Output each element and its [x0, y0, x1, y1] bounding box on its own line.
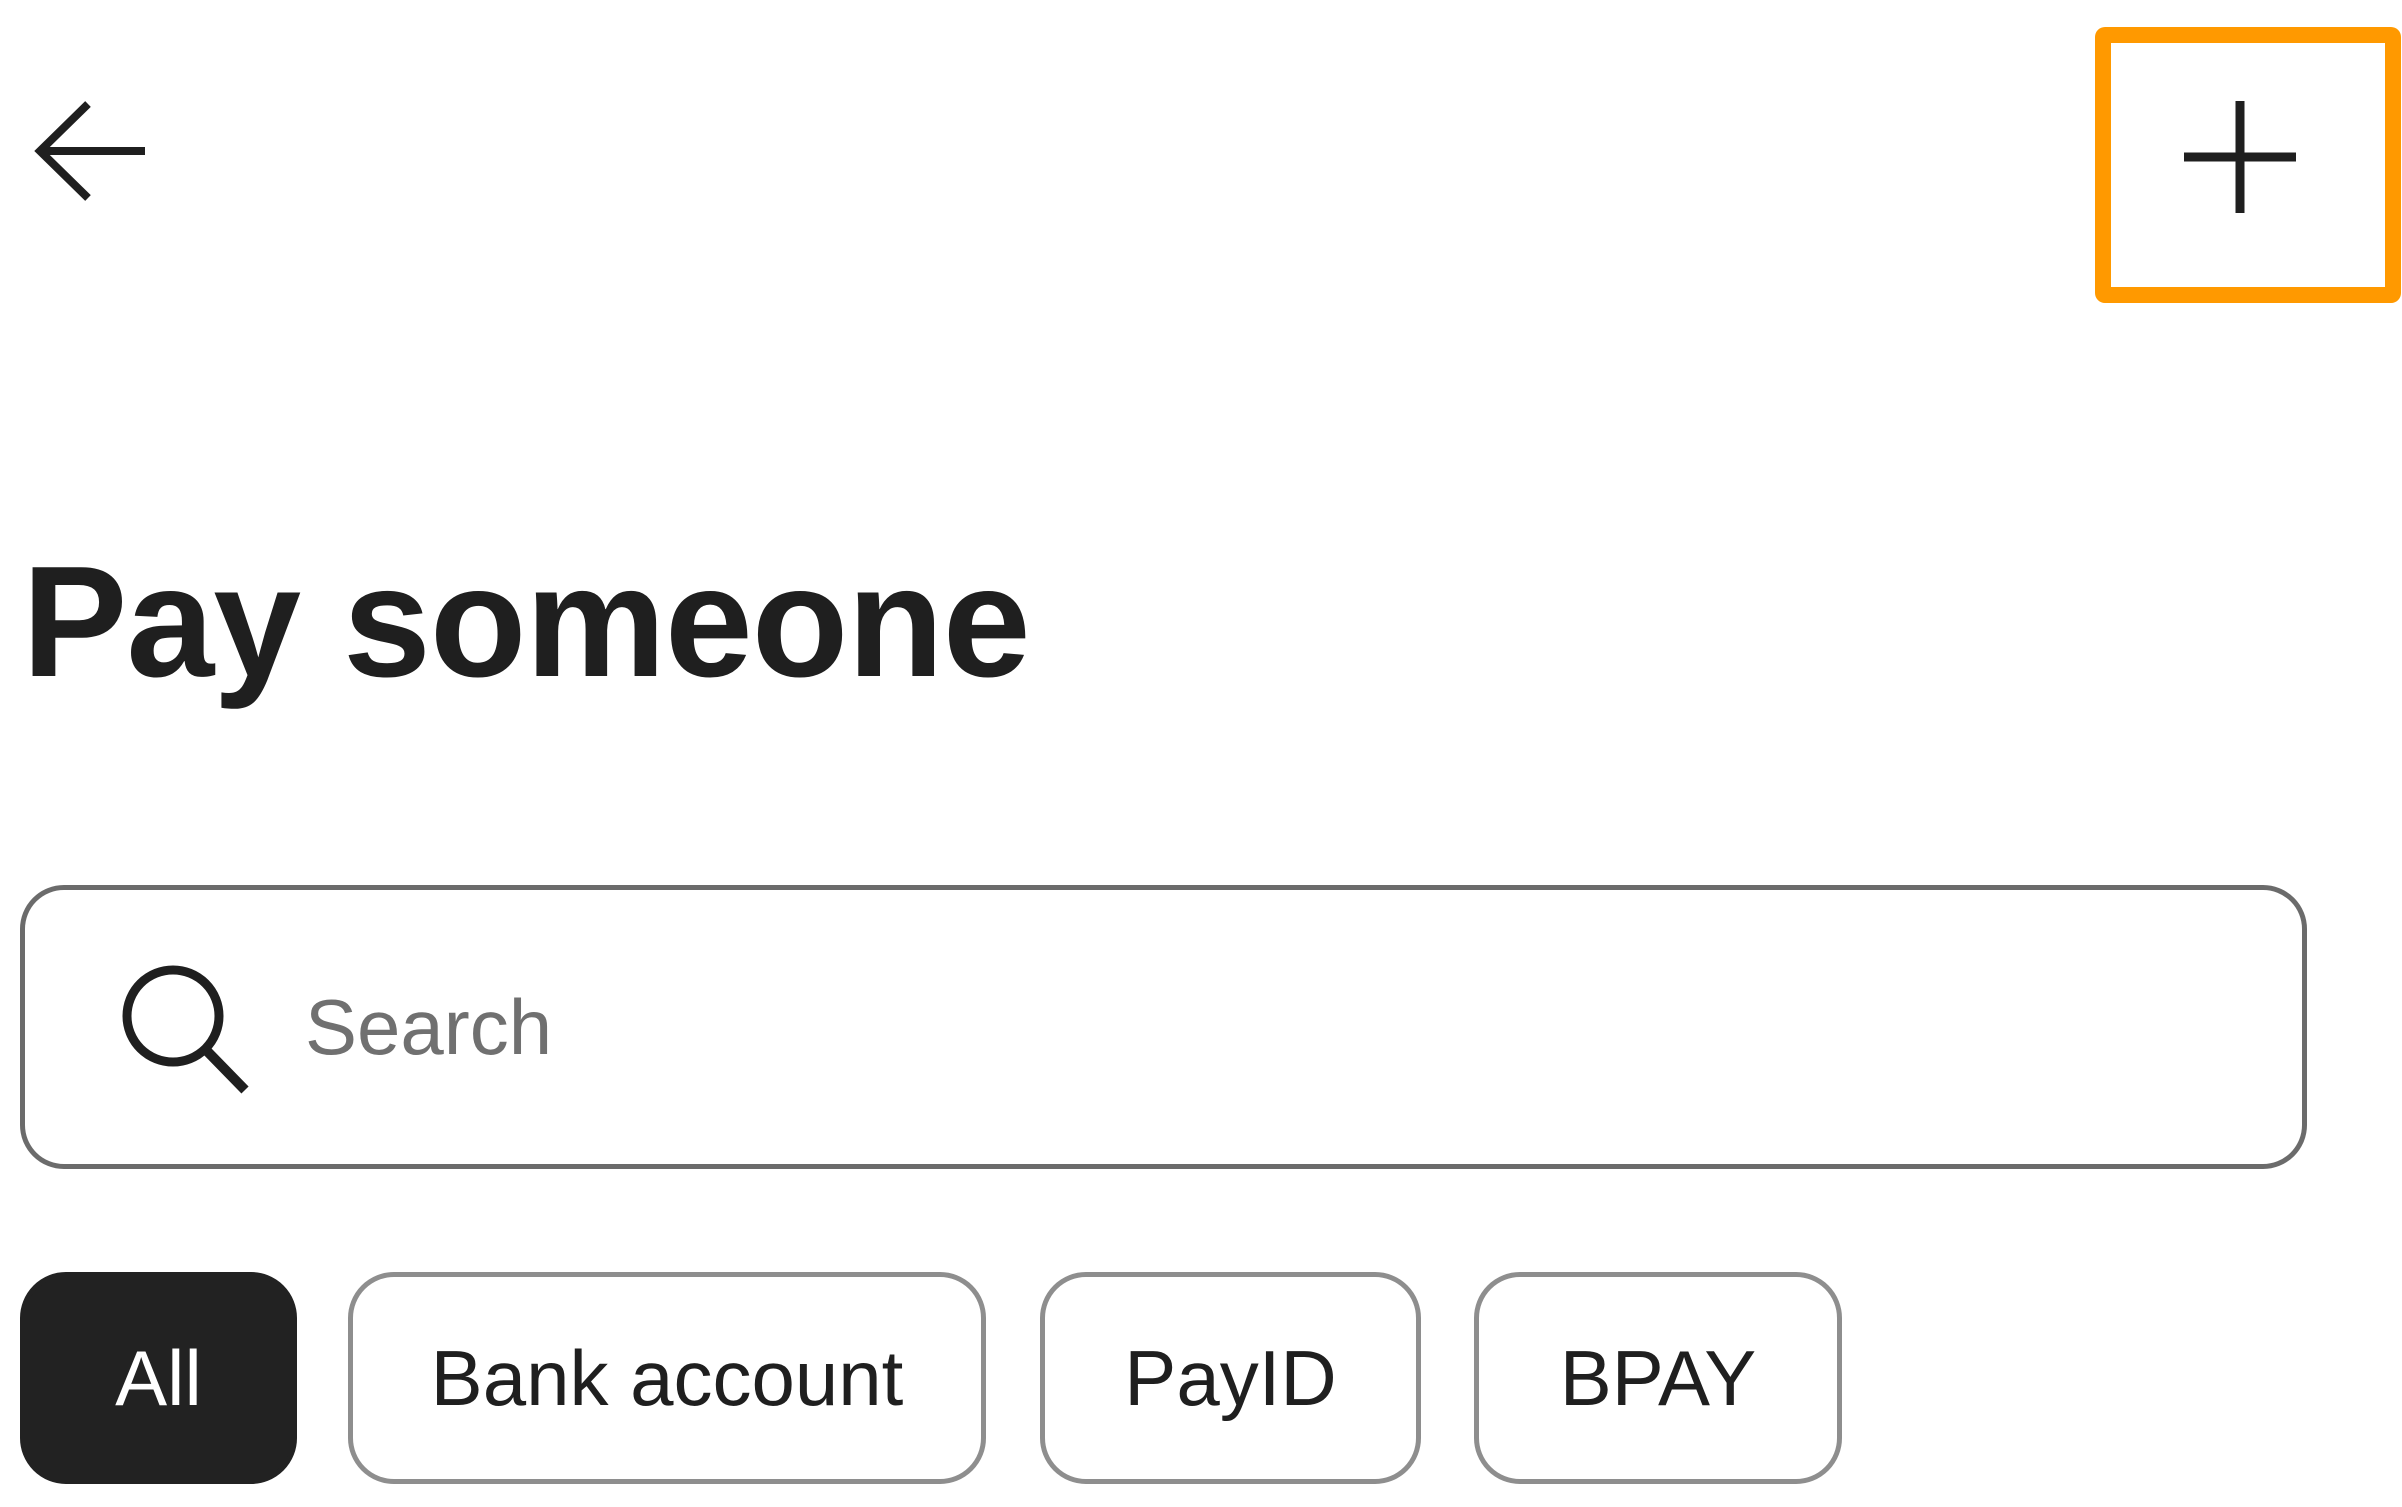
back-button[interactable]	[20, 88, 160, 214]
filter-chip-bank-account[interactable]: Bank account	[348, 1272, 986, 1484]
search-box[interactable]	[20, 885, 2307, 1169]
filter-chip-all[interactable]: All	[20, 1272, 297, 1484]
add-button[interactable]	[2095, 27, 2385, 287]
plus-icon	[2184, 101, 2296, 213]
search-icon	[122, 965, 249, 1094]
filter-chip-payid[interactable]: PayID	[1040, 1272, 1421, 1484]
arrow-left-icon	[34, 101, 145, 201]
search-input[interactable]	[305, 940, 2205, 1115]
page-title: Pay someone	[22, 534, 1031, 710]
filter-chip-bpay[interactable]: BPAY	[1474, 1272, 1842, 1484]
